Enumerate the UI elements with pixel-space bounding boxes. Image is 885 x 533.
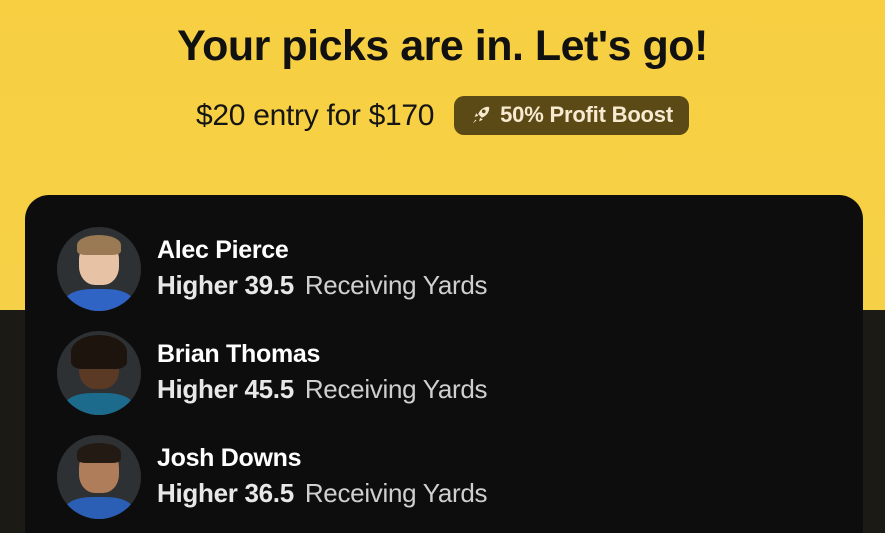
pick-value: 45.5 <box>244 374 294 404</box>
pick-direction: Higher <box>157 478 238 508</box>
pick-line: Higher 39.5 Receiving Yards <box>157 266 488 304</box>
player-avatar <box>57 435 141 519</box>
pick-direction: Higher <box>157 374 238 404</box>
player-name: Josh Downs <box>157 444 302 472</box>
pick-line: Higher 36.5 Receiving Yards <box>157 474 488 512</box>
pick-stat: Receiving Yards <box>304 374 488 404</box>
pick-item[interactable]: Josh Downs Higher 36.5 Receiving Yards <box>57 435 837 519</box>
player-avatar <box>57 331 141 415</box>
pick-stat: Receiving Yards <box>304 270 488 300</box>
pick-line: Higher 45.5 Receiving Yards <box>157 370 488 408</box>
pick-stat: Receiving Yards <box>304 478 488 508</box>
entry-summary: $20 entry for $170 50% Profit Boost <box>0 96 885 135</box>
pick-value: 36.5 <box>244 478 294 508</box>
rocket-icon <box>470 104 492 126</box>
pick-direction: Higher <box>157 270 238 300</box>
page-title: Your picks are in. Let's go! <box>177 22 708 70</box>
pick-value: 39.5 <box>244 270 294 300</box>
player-name: Brian Thomas <box>157 340 321 368</box>
pick-item[interactable]: Alec Pierce Higher 39.5 Receiving Yards <box>57 227 837 311</box>
pick-item[interactable]: Brian Thomas Higher 45.5 Receiving Yards <box>57 331 837 415</box>
picks-card: Alec Pierce Higher 39.5 Receiving Yards … <box>25 195 863 533</box>
player-avatar <box>57 227 141 311</box>
player-name: Alec Pierce <box>157 236 289 264</box>
entry-amount-text: $20 entry for $170 <box>196 98 435 132</box>
profit-boost-badge: 50% Profit Boost <box>454 96 689 135</box>
profit-boost-label: 50% Profit Boost <box>500 102 673 127</box>
